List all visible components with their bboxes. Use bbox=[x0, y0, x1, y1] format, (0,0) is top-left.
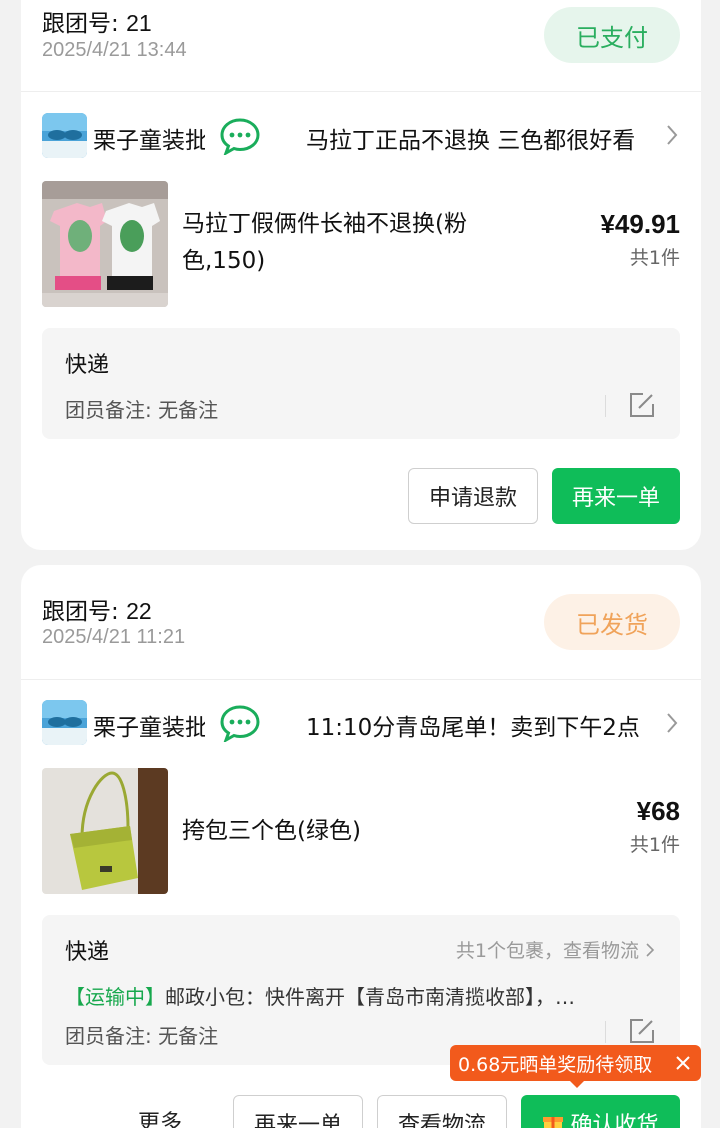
member-remark: 团员备注: 无备注 bbox=[65, 1024, 219, 1048]
divider bbox=[21, 679, 701, 680]
product-thumbnail[interactable] bbox=[42, 181, 168, 307]
chevron-right-icon[interactable] bbox=[665, 711, 679, 739]
reorder-button[interactable]: 再来一单 bbox=[552, 468, 680, 524]
shipping-info-box: 快递 共1个包裹，查看物流 【运输中】邮政小包：快件离开【青岛市南清揽收部】，…… bbox=[42, 915, 680, 1065]
divider bbox=[605, 395, 606, 417]
member-remark: 团员备注: 无备注 bbox=[65, 398, 219, 422]
shop-announcement[interactable]: 11:10分青岛尾单！卖到下午2点 bbox=[306, 708, 661, 742]
group-number: 21 bbox=[126, 10, 152, 36]
confirm-receipt-button[interactable]: 确认收货 bbox=[521, 1095, 680, 1128]
group-label: 跟团号: bbox=[42, 11, 119, 37]
shop-avatar[interactable] bbox=[42, 700, 87, 745]
shop-name[interactable]: 栗子童装批 bbox=[93, 708, 205, 742]
status-badge: 已支付 bbox=[544, 7, 680, 63]
tracking-detail: 邮政小包：快件离开【青岛市南清揽收部】，… bbox=[165, 985, 575, 1009]
view-logistics-button[interactable]: 查看物流 bbox=[377, 1095, 507, 1128]
group-number-row: 跟团号: 21 bbox=[42, 4, 152, 38]
edit-icon[interactable] bbox=[629, 392, 655, 422]
product-thumbnail[interactable] bbox=[42, 768, 168, 894]
group-label: 跟团号: bbox=[42, 599, 119, 625]
shipping-info-box: 快递 团员备注: 无备注 bbox=[42, 328, 680, 439]
order-card: 跟团号: 22 2025/4/21 11:21 已发货 栗子童装批 11:10分… bbox=[21, 565, 701, 1128]
tracking-info[interactable]: 【运输中】邮政小包：快件离开【青岛市南清揽收部】，… bbox=[65, 981, 657, 1010]
view-logistics-link[interactable]: 共1个包裹，查看物流 bbox=[456, 936, 655, 963]
shipping-method: 快递 bbox=[65, 353, 110, 378]
divider bbox=[605, 1021, 606, 1043]
product-price: ¥68 bbox=[636, 796, 680, 826]
group-number: 22 bbox=[126, 598, 152, 624]
chat-icon[interactable] bbox=[220, 704, 260, 746]
chevron-right-icon[interactable] bbox=[665, 123, 679, 151]
chevron-right-icon bbox=[646, 943, 655, 957]
product-title[interactable]: 挎包三个色(绿色) bbox=[182, 813, 512, 850]
product-quantity: 共1件 bbox=[629, 247, 680, 269]
order-datetime: 2025/4/21 11:21 bbox=[42, 626, 186, 648]
divider bbox=[21, 91, 701, 92]
group-number-row: 跟团号: 22 bbox=[42, 592, 152, 626]
shop-announcement[interactable]: 马拉丁正品不退换 三色都很好看 bbox=[306, 121, 661, 155]
tooltip-arrow bbox=[570, 1081, 584, 1088]
chat-icon[interactable] bbox=[220, 117, 260, 159]
promo-banner[interactable]: 0.68元晒单奖励待领取 bbox=[450, 1045, 701, 1088]
product-quantity: 共1件 bbox=[629, 834, 680, 856]
shop-avatar[interactable] bbox=[42, 113, 87, 158]
promo-text: 0.68元晒单奖励待领取 bbox=[458, 1053, 653, 1076]
tracking-status: 【运输中】 bbox=[65, 985, 165, 1009]
close-icon[interactable] bbox=[675, 1055, 691, 1071]
order-card: 跟团号: 21 2025/4/21 13:44 已支付 栗子童装批 马拉丁正品不… bbox=[21, 0, 701, 550]
order-datetime: 2025/4/21 13:44 bbox=[42, 39, 187, 61]
product-price: ¥49.91 bbox=[600, 209, 680, 239]
status-badge: 已发货 bbox=[544, 594, 680, 650]
more-button[interactable]: 更多 bbox=[138, 1105, 182, 1128]
reorder-button[interactable]: 再来一单 bbox=[233, 1095, 363, 1128]
shop-name[interactable]: 栗子童装批 bbox=[93, 121, 205, 155]
shipping-method: 快递 bbox=[65, 940, 110, 965]
product-title[interactable]: 马拉丁假俩件长袖不退换(粉色,150) bbox=[182, 206, 512, 280]
package-count-text: 共1个包裹，查看物流 bbox=[455, 940, 639, 962]
edit-icon[interactable] bbox=[629, 1018, 655, 1048]
request-refund-button[interactable]: 申请退款 bbox=[408, 468, 538, 524]
gift-icon bbox=[543, 1117, 564, 1128]
confirm-receipt-label: 确认收货 bbox=[570, 1113, 659, 1128]
